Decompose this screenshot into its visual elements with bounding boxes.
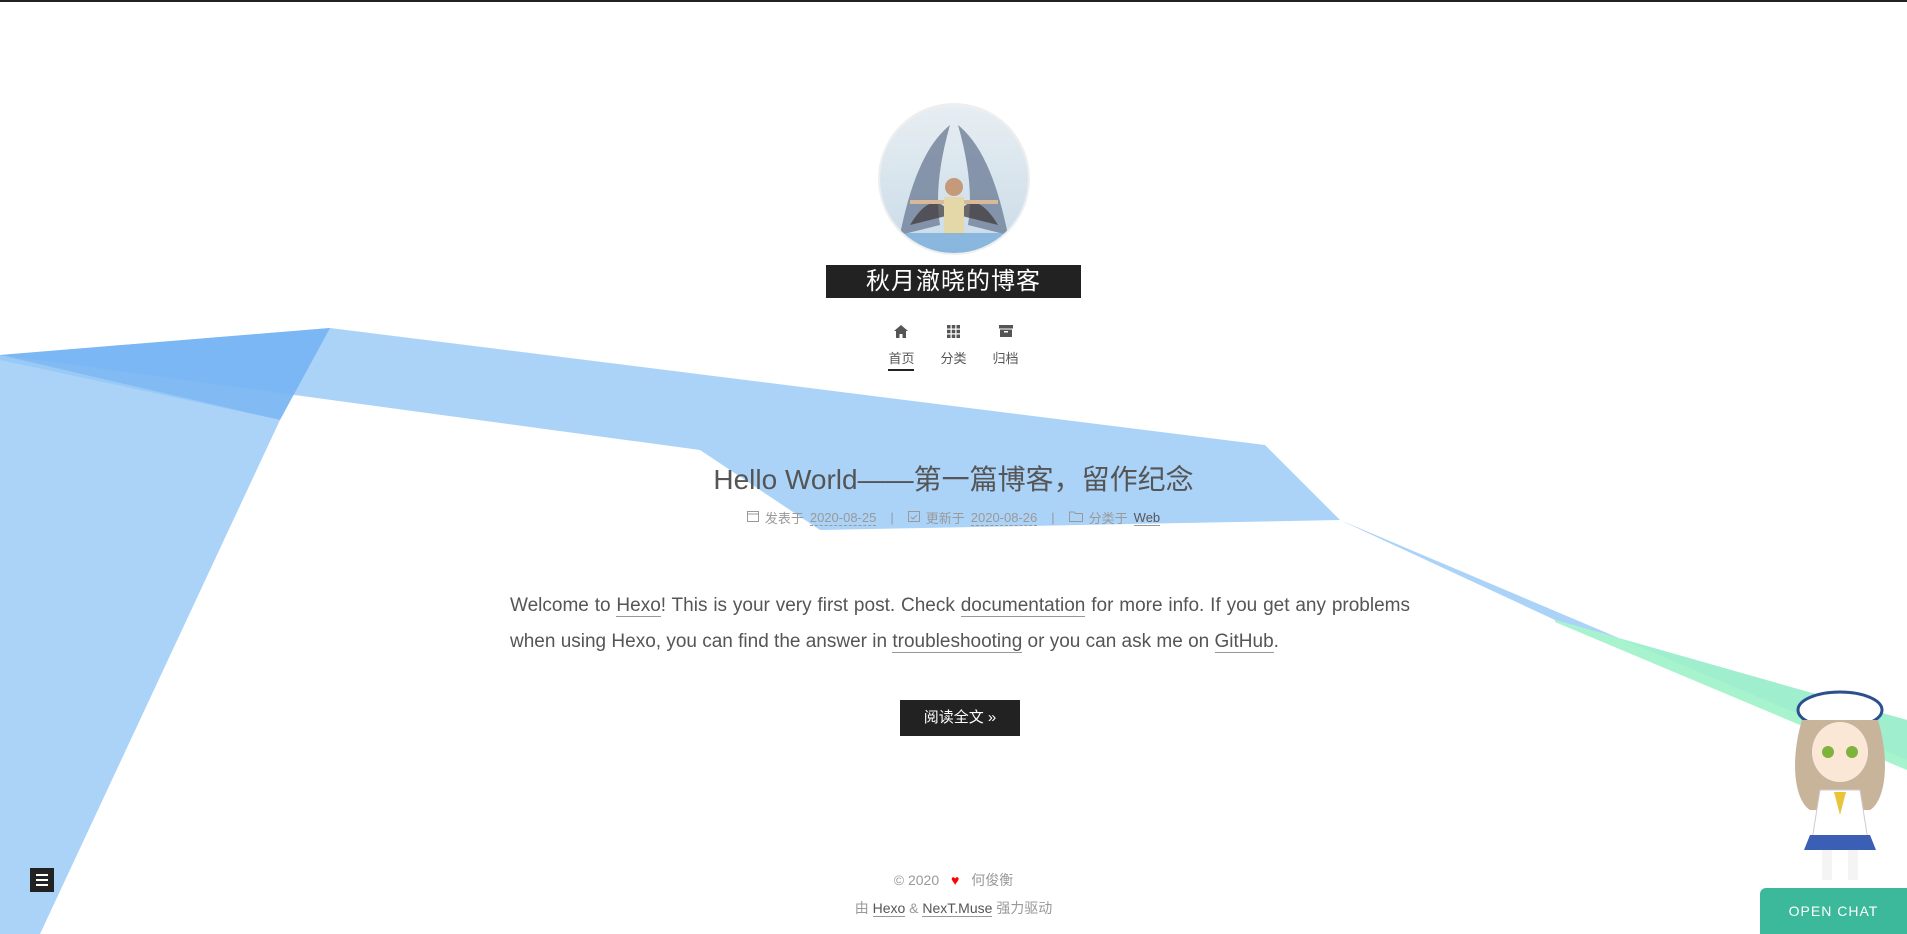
troubleshooting-link[interactable]: troubleshooting bbox=[892, 631, 1023, 653]
menu-bar-icon bbox=[36, 884, 48, 886]
folder-icon bbox=[1068, 510, 1083, 525]
main-menu: 首页 分类 归档 bbox=[0, 324, 1907, 375]
powered-prefix: 由 bbox=[854, 900, 869, 916]
menu-label-archives: 归档 bbox=[992, 351, 1019, 366]
post-excerpt: Welcome to Hexo! This is your very first… bbox=[510, 588, 1410, 660]
copyright-text: © 2020 bbox=[893, 872, 940, 888]
grid-icon bbox=[946, 324, 960, 338]
heart-icon: ♥ bbox=[951, 872, 960, 888]
github-link[interactable]: GitHub bbox=[1214, 631, 1274, 653]
excerpt-text: Welcome to bbox=[510, 595, 617, 616]
meta-separator: | bbox=[1051, 510, 1055, 525]
excerpt-text: . bbox=[1273, 631, 1279, 652]
powered-amp: & bbox=[909, 900, 919, 916]
calendar-check-icon bbox=[907, 510, 920, 525]
category-link[interactable]: Web bbox=[1133, 510, 1161, 526]
meta-separator: | bbox=[890, 510, 894, 525]
updated-date[interactable]: 2020-08-26 bbox=[970, 510, 1038, 526]
post-title[interactable]: Hello World——第一篇博客，留作纪念 bbox=[0, 458, 1907, 498]
menu-item-home[interactable]: 首页 bbox=[888, 324, 915, 375]
updated-label: 更新于 bbox=[925, 511, 965, 526]
home-icon bbox=[894, 324, 909, 338]
open-chat-button[interactable]: OPEN CHAT bbox=[1760, 888, 1907, 934]
sidebar-toggle-button[interactable] bbox=[30, 868, 54, 892]
excerpt-text: ! This is your very first post. Check bbox=[660, 595, 961, 616]
menu-label-home: 首页 bbox=[888, 348, 915, 371]
menu-item-categories[interactable]: 分类 bbox=[940, 324, 967, 375]
read-more-button[interactable]: 阅读全文 » bbox=[900, 700, 1020, 736]
site-header: 秋月澈晓的博客 首页 分类 归档 bbox=[0, 105, 1907, 375]
powered-suffix: 强力驱动 bbox=[996, 900, 1053, 916]
published-label: 发表于 bbox=[764, 511, 804, 526]
theme-link[interactable]: NexT.Muse bbox=[922, 900, 993, 917]
footer-author: 何俊衡 bbox=[971, 872, 1014, 888]
avatar[interactable] bbox=[879, 105, 1028, 253]
documentation-link[interactable]: documentation bbox=[960, 595, 1086, 617]
live2d-mascot[interactable] bbox=[1780, 690, 1900, 890]
category-label: 分类于 bbox=[1088, 511, 1128, 526]
menu-bar-icon bbox=[36, 879, 48, 881]
hexo-link[interactable]: Hexo bbox=[616, 595, 661, 617]
site-footer: © 2020 ♥ 何俊衡 由 Hexo & NexT.Muse 强力驱动 bbox=[0, 866, 1907, 922]
page: 秋月澈晓的博客 首页 分类 归档 Hello World——第一篇博客，留作纪念… bbox=[0, 0, 1907, 934]
excerpt-text: or you can ask me on bbox=[1022, 631, 1215, 652]
avatar-image bbox=[879, 105, 1028, 253]
archive-icon bbox=[998, 324, 1013, 338]
footer-powered-line: 由 Hexo & NexT.Muse 强力驱动 bbox=[0, 894, 1907, 922]
site-title[interactable]: 秋月澈晓的博客 bbox=[826, 265, 1081, 298]
menu-bar-icon bbox=[36, 874, 48, 876]
menu-item-archives[interactable]: 归档 bbox=[993, 324, 1019, 375]
hexo-footer-link[interactable]: Hexo bbox=[872, 900, 906, 917]
post-meta: 发表于 2020-08-25 | 更新于 2020-08-26 | 分类于 We… bbox=[0, 508, 1907, 527]
calendar-icon bbox=[746, 510, 759, 525]
menu-label-categories: 分类 bbox=[940, 351, 967, 366]
post-header: Hello World——第一篇博客，留作纪念 发表于 2020-08-25 |… bbox=[0, 458, 1907, 527]
published-date[interactable]: 2020-08-25 bbox=[809, 510, 877, 526]
footer-copyright-line: © 2020 ♥ 何俊衡 bbox=[0, 866, 1907, 894]
